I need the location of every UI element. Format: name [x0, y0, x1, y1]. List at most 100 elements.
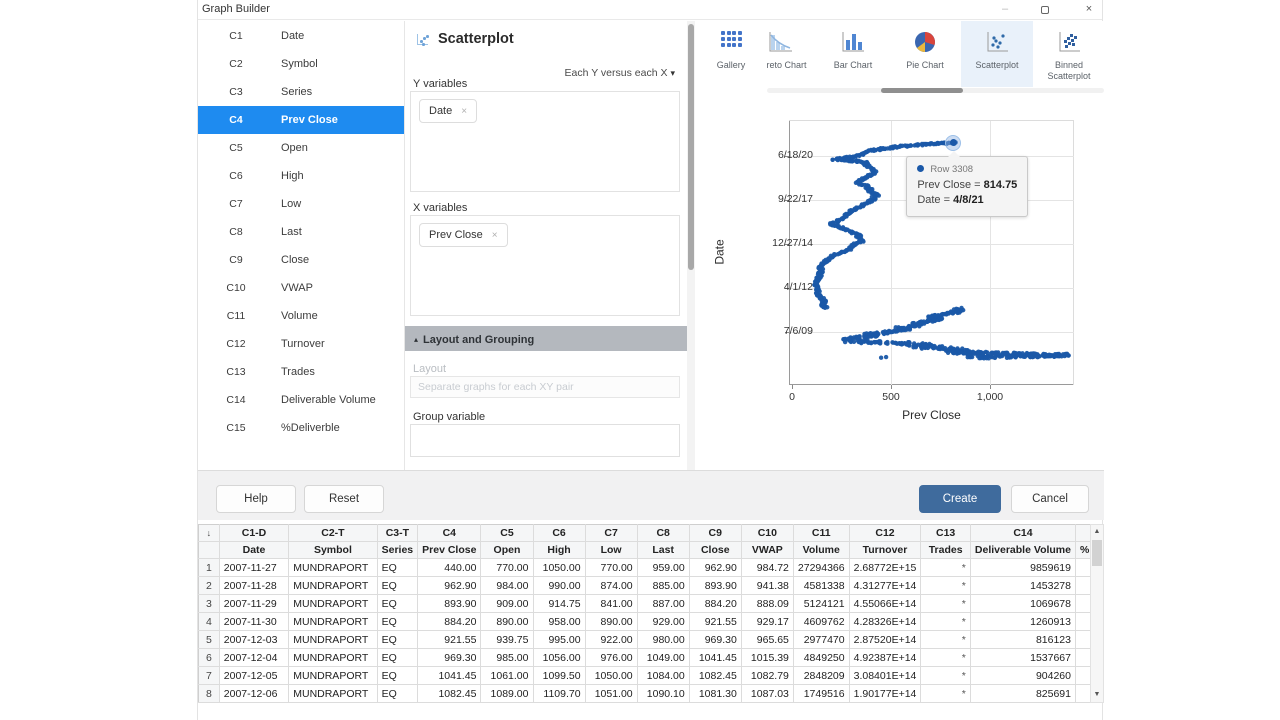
- data-cell[interactable]: 2977470: [793, 631, 849, 649]
- column-name-header[interactable]: Last: [637, 542, 689, 559]
- settings-scrollbar-thumb[interactable]: [688, 24, 694, 270]
- column-name-header[interactable]: Date: [219, 542, 288, 559]
- column-item-c10[interactable]: C10VWAP: [198, 274, 404, 302]
- data-cell[interactable]: 904260: [970, 667, 1075, 685]
- data-cell[interactable]: 4.92387E+14: [849, 649, 921, 667]
- chart-type-scatterplot[interactable]: Scatterplot: [961, 21, 1033, 87]
- data-cell[interactable]: 4581338: [793, 577, 849, 595]
- gallery-scrollbar-thumb[interactable]: [881, 88, 963, 93]
- data-cell[interactable]: 962.90: [689, 559, 741, 577]
- data-cell[interactable]: 1260913: [970, 613, 1075, 631]
- row-number-cell[interactable]: 3: [199, 595, 220, 613]
- worksheet-corner-cell[interactable]: ↓: [199, 525, 220, 542]
- data-cell[interactable]: 941.38: [741, 577, 793, 595]
- row-number-cell[interactable]: 1: [199, 559, 220, 577]
- data-cell[interactable]: EQ: [377, 577, 418, 595]
- data-cell[interactable]: 990.00: [533, 577, 585, 595]
- data-cell[interactable]: *: [921, 577, 971, 595]
- data-cell[interactable]: 4609762: [793, 613, 849, 631]
- data-cell[interactable]: MUNDRAPORT: [289, 577, 377, 595]
- column-id-header[interactable]: C11: [793, 525, 849, 542]
- data-cell[interactable]: 1099.50: [533, 667, 585, 685]
- cancel-button[interactable]: Cancel: [1011, 485, 1089, 513]
- data-cell[interactable]: MUNDRAPORT: [289, 595, 377, 613]
- data-cell[interactable]: 1050.00: [533, 559, 585, 577]
- column-item-c13[interactable]: C13Trades: [198, 358, 404, 386]
- data-cell[interactable]: 922.00: [585, 631, 637, 649]
- data-cell[interactable]: 2007-12-06: [219, 685, 288, 703]
- data-cell[interactable]: MUNDRAPORT: [289, 667, 377, 685]
- data-cell[interactable]: 1749516: [793, 685, 849, 703]
- minimize-button[interactable]: –: [990, 0, 1020, 20]
- create-button[interactable]: Create: [919, 485, 1001, 513]
- data-cell[interactable]: *: [921, 685, 971, 703]
- data-cell[interactable]: EQ: [377, 667, 418, 685]
- restore-button[interactable]: [1030, 0, 1060, 20]
- data-cell[interactable]: 3.08401E+14: [849, 667, 921, 685]
- data-cell[interactable]: 4.31277E+14: [849, 577, 921, 595]
- data-cell[interactable]: 1090.10: [637, 685, 689, 703]
- data-cell[interactable]: 2007-12-04: [219, 649, 288, 667]
- data-cell[interactable]: 984.00: [481, 577, 533, 595]
- x-variable-chip[interactable]: Prev Close×: [419, 223, 508, 247]
- chart-type-binned-scatterplot[interactable]: Binned Scatterplot: [1033, 21, 1104, 87]
- data-cell[interactable]: 1081.30: [689, 685, 741, 703]
- data-cell[interactable]: 1537667: [970, 649, 1075, 667]
- column-name-header[interactable]: High: [533, 542, 585, 559]
- column-id-header[interactable]: C12: [849, 525, 921, 542]
- data-cell[interactable]: 4.55066E+14: [849, 595, 921, 613]
- settings-scrollbar[interactable]: [687, 21, 695, 470]
- data-cell[interactable]: 825691: [970, 685, 1075, 703]
- column-id-header[interactable]: C1-D: [219, 525, 288, 542]
- scroll-down-icon[interactable]: ▼: [1091, 688, 1103, 702]
- data-cell[interactable]: 4849250: [793, 649, 849, 667]
- layout-select[interactable]: Separate graphs for each XY pair: [410, 376, 680, 398]
- data-cell[interactable]: 1109.70: [533, 685, 585, 703]
- column-item-c1[interactable]: C1Date: [198, 22, 404, 50]
- column-name-header[interactable]: Open: [481, 542, 533, 559]
- worksheet-scrollbar-thumb[interactable]: [1092, 540, 1102, 566]
- data-cell[interactable]: 921.55: [418, 631, 481, 649]
- help-button[interactable]: Help: [216, 485, 296, 513]
- data-cell[interactable]: MUNDRAPORT: [289, 631, 377, 649]
- data-cell[interactable]: 885.00: [637, 577, 689, 595]
- data-cell[interactable]: 921.55: [689, 613, 741, 631]
- column-item-c4[interactable]: C4Prev Close: [198, 106, 404, 134]
- data-cell[interactable]: 890.00: [481, 613, 533, 631]
- data-cell[interactable]: 2007-12-05: [219, 667, 288, 685]
- data-cell[interactable]: 884.20: [689, 595, 741, 613]
- row-number-cell[interactable]: 5: [199, 631, 220, 649]
- data-cell[interactable]: 2007-11-29: [219, 595, 288, 613]
- close-button[interactable]: ×: [1074, 0, 1104, 20]
- data-cell[interactable]: EQ: [377, 613, 418, 631]
- row-number-cell[interactable]: 6: [199, 649, 220, 667]
- column-id-header[interactable]: C3-T: [377, 525, 418, 542]
- data-cell[interactable]: 1041.45: [418, 667, 481, 685]
- data-cell[interactable]: 929.00: [637, 613, 689, 631]
- column-item-c14[interactable]: C14Deliverable Volume: [198, 386, 404, 414]
- column-item-c5[interactable]: C5Open: [198, 134, 404, 162]
- data-cell[interactable]: 965.65: [741, 631, 793, 649]
- data-cell[interactable]: *: [921, 631, 971, 649]
- data-cell[interactable]: *: [921, 667, 971, 685]
- group-variable-box[interactable]: [410, 424, 680, 457]
- column-item-c3[interactable]: C3Series: [198, 78, 404, 106]
- chart-type-gallery[interactable]: Gallery: [695, 21, 767, 87]
- data-cell[interactable]: 976.00: [585, 649, 637, 667]
- data-cell[interactable]: 995.00: [533, 631, 585, 649]
- data-cell[interactable]: 2.68772E+15: [849, 559, 921, 577]
- column-id-header[interactable]: C10: [741, 525, 793, 542]
- column-name-header[interactable]: Prev Close: [418, 542, 481, 559]
- column-id-header[interactable]: C6: [533, 525, 585, 542]
- data-cell[interactable]: 888.09: [741, 595, 793, 613]
- data-cell[interactable]: MUNDRAPORT: [289, 559, 377, 577]
- plot-area[interactable]: Row 3308 Prev Close = 814.75 Date = 4/8/…: [789, 120, 1074, 385]
- column-id-header[interactable]: C4: [418, 525, 481, 542]
- row-number-cell[interactable]: 8: [199, 685, 220, 703]
- data-cell[interactable]: 969.30: [418, 649, 481, 667]
- worksheet-scrollbar[interactable]: ▲ ▼: [1090, 524, 1104, 703]
- data-cell[interactable]: *: [921, 613, 971, 631]
- data-cell[interactable]: 1453278: [970, 577, 1075, 595]
- data-cell[interactable]: 985.00: [481, 649, 533, 667]
- data-cell[interactable]: 2007-11-27: [219, 559, 288, 577]
